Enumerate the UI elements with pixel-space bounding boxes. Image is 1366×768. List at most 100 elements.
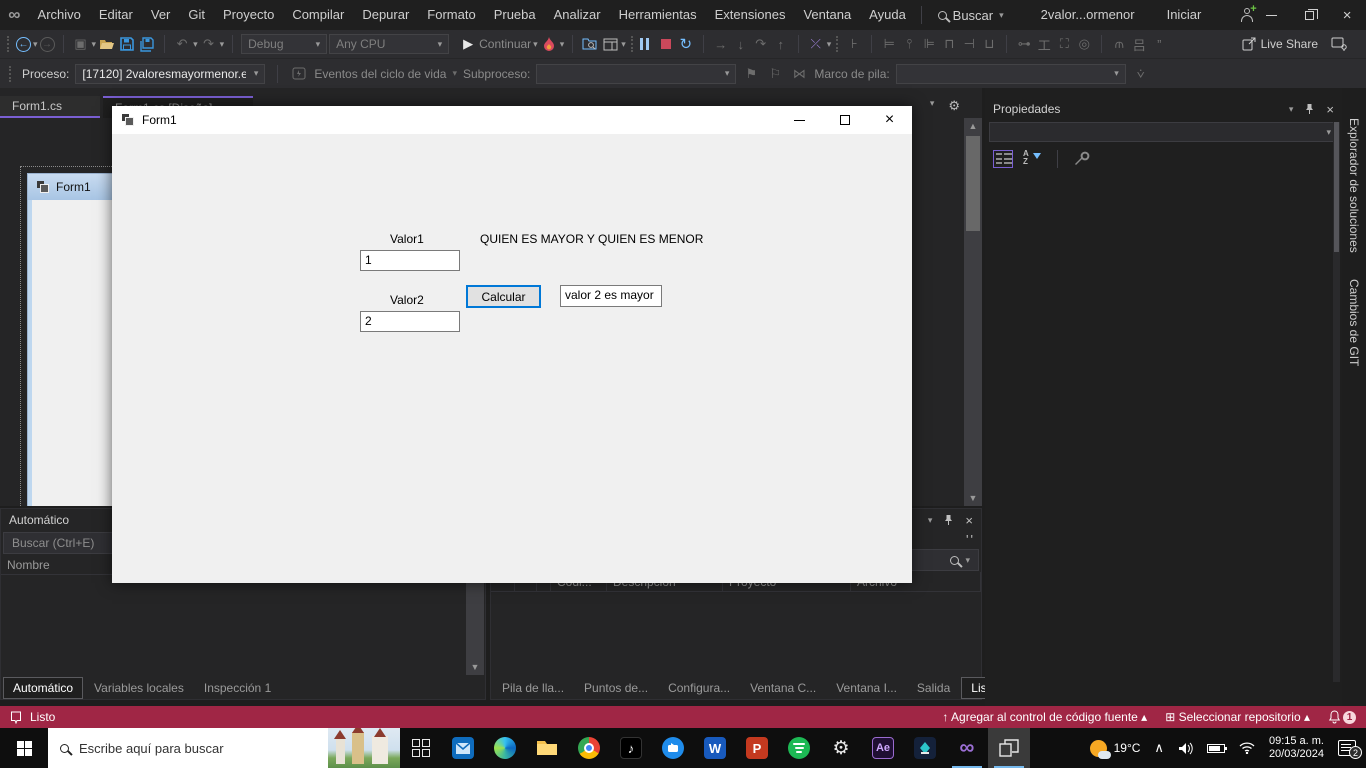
flag-outline-icon[interactable]: ⚐ xyxy=(766,65,784,83)
restart-icon[interactable]: ↻ xyxy=(677,35,695,53)
toolbar-options-icon[interactable]: ⩒ xyxy=(1132,65,1150,83)
edge-app-icon[interactable] xyxy=(484,728,526,768)
solution-configuration-dropdown[interactable]: Debug▾ xyxy=(241,34,327,54)
form-maximize-button[interactable] xyxy=(822,106,867,134)
menu-editar[interactable]: Editar xyxy=(90,0,142,30)
chevron-down-icon[interactable]: ▾ xyxy=(92,39,97,50)
menu-formato[interactable]: Formato xyxy=(418,0,484,30)
file-explorer-icon[interactable] xyxy=(526,728,568,768)
add-source-control-button[interactable]: ↑ Agregar al control de código fuente ▴ xyxy=(942,710,1147,724)
form1-titlebar[interactable]: Form1 × xyxy=(112,106,912,134)
subprocess-dropdown[interactable]: ▾ xyxy=(536,64,736,84)
object-selector-dropdown[interactable]: ▾ xyxy=(989,122,1338,142)
solution-platform-dropdown[interactable]: Any CPU▾ xyxy=(329,34,449,54)
stop-icon[interactable] xyxy=(657,35,675,53)
menu-archivo[interactable]: Archivo xyxy=(29,0,90,30)
tab-variables-locales[interactable]: Variables locales xyxy=(85,677,193,699)
pin-icon[interactable] xyxy=(1305,103,1314,115)
toolbar-grip[interactable] xyxy=(7,36,11,52)
tab-configuracion[interactable]: Configura... xyxy=(659,677,739,699)
alphabetical-sort-icon[interactable]: AZ xyxy=(1023,150,1041,168)
minimize-button[interactable] xyxy=(1253,0,1291,30)
weather-widget[interactable]: 19°C xyxy=(1090,740,1141,757)
tab-cambios-de-git[interactable]: Cambios de GIT xyxy=(1347,279,1361,366)
scroll-down-icon[interactable]: ▼ xyxy=(466,659,484,675)
search-highlight-image[interactable] xyxy=(328,728,400,768)
window-layout-icon[interactable] xyxy=(601,35,619,53)
live-share-label[interactable]: Live Share xyxy=(1261,37,1318,51)
toolbar-overflow-icon[interactable]: ” xyxy=(1150,35,1168,53)
task-view-button[interactable] xyxy=(400,728,442,768)
notifications-bell[interactable]: 1 xyxy=(1328,710,1356,724)
action-center-icon[interactable]: 2 xyxy=(1338,740,1356,756)
process-dropdown[interactable]: [17120] 2valoresmayormenor.exe▾ xyxy=(75,64,265,84)
feedback-icon[interactable] xyxy=(1330,35,1348,53)
menu-analizar[interactable]: Analizar xyxy=(545,0,610,30)
messenger-app-icon[interactable] xyxy=(652,728,694,768)
taskbar-clock[interactable]: 09:15 a. m. 20/03/2024 xyxy=(1269,735,1324,761)
chrome-app-icon[interactable] xyxy=(568,728,610,768)
categorized-icon[interactable] xyxy=(993,150,1013,168)
tab-pila-de-llamadas[interactable]: Pila de lla... xyxy=(493,677,573,699)
phone-link-app-icon[interactable] xyxy=(904,728,946,768)
flag-icon[interactable]: ⚑ xyxy=(742,65,760,83)
tab-list-icon[interactable]: ▾ xyxy=(930,98,935,114)
tab-form1-cs[interactable]: Form1.cs xyxy=(0,96,100,118)
menu-git[interactable]: Git xyxy=(179,0,214,30)
form1-app-window[interactable]: Form1 × Valor1 1 QUIEN ES MAYOR Y QUIEN … xyxy=(112,106,912,583)
redo-icon[interactable]: ↷ xyxy=(200,35,218,53)
mail-app-icon[interactable] xyxy=(442,728,484,768)
powerpoint-app-icon[interactable]: P xyxy=(736,728,778,768)
add-account-icon[interactable]: + xyxy=(1239,7,1252,23)
wifi-icon[interactable] xyxy=(1239,742,1255,754)
tiktok-app-icon[interactable]: ♪ xyxy=(610,728,652,768)
tab-inspeccion-1[interactable]: Inspección 1 xyxy=(195,677,280,699)
tab-ventana-inmediata[interactable]: Ventana I... xyxy=(827,677,906,699)
tab-salida[interactable]: Salida xyxy=(908,677,959,699)
volume-icon[interactable] xyxy=(1178,742,1193,755)
menu-herramientas[interactable]: Herramientas xyxy=(610,0,706,30)
menu-ayuda[interactable]: Ayuda xyxy=(860,0,915,30)
navigate-back-icon[interactable]: ← xyxy=(16,37,31,52)
properties-scrollbar[interactable] xyxy=(1333,122,1340,682)
undo-icon[interactable]: ↶ xyxy=(173,35,191,53)
menu-prueba[interactable]: Prueba xyxy=(485,0,545,30)
tab-puntos-de-interrupcion[interactable]: Puntos de... xyxy=(575,677,657,699)
property-pages-wrench-icon[interactable] xyxy=(1074,151,1090,167)
find-in-files-icon[interactable] xyxy=(581,35,599,53)
tab-explorador-de-soluciones[interactable]: Explorador de soluciones xyxy=(1347,118,1361,253)
toolbar-overflow-icon[interactable]: '' xyxy=(966,532,975,547)
visual-studio-app-icon[interactable]: ∞ xyxy=(946,728,988,768)
form-minimize-button[interactable] xyxy=(777,106,822,134)
live-share-icon[interactable] xyxy=(1241,35,1259,53)
scrollbar-thumb[interactable] xyxy=(966,136,980,231)
scrollbar-thumb[interactable] xyxy=(1334,122,1339,252)
restore-button[interactable] xyxy=(1290,0,1328,30)
menu-compilar[interactable]: Compilar xyxy=(283,0,353,30)
open-file-icon[interactable] xyxy=(98,35,116,53)
settings-gear-icon[interactable]: ⚙ xyxy=(820,728,862,768)
select-repo-button[interactable]: ⊞ Seleccionar repositorio ▴ xyxy=(1165,710,1310,724)
start-button[interactable] xyxy=(0,728,48,768)
properties-title[interactable]: Propiedades ▾ × xyxy=(985,98,1342,120)
after-effects-app-icon[interactable]: Ae xyxy=(862,728,904,768)
valor1-textbox[interactable]: 1 xyxy=(360,250,460,271)
spotify-app-icon[interactable] xyxy=(778,728,820,768)
word-app-icon[interactable]: W xyxy=(694,728,736,768)
window-position-icon[interactable]: ▾ xyxy=(1289,104,1294,115)
tab-ventana-comandos[interactable]: Ventana C... xyxy=(741,677,825,699)
editor-vertical-scrollbar[interactable]: ▲ ▼ xyxy=(964,118,982,506)
menu-ventana[interactable]: Ventana xyxy=(794,0,860,30)
valor2-textbox[interactable]: 2 xyxy=(360,311,460,332)
close-button[interactable]: × xyxy=(1328,0,1366,30)
save-all-icon[interactable] xyxy=(138,35,156,53)
sign-in-link[interactable]: Iniciar sesión xyxy=(1158,0,1240,30)
show-hidden-icons-chevron[interactable]: ∧ xyxy=(1154,740,1164,756)
document-options-gear-icon[interactable]: ⚙ xyxy=(948,98,960,114)
pause-icon[interactable] xyxy=(640,38,649,50)
battery-icon[interactable] xyxy=(1207,744,1225,753)
scroll-up-icon[interactable]: ▲ xyxy=(964,118,982,134)
menu-ver[interactable]: Ver xyxy=(142,0,180,30)
close-panel-icon[interactable]: × xyxy=(1326,102,1334,117)
save-icon[interactable] xyxy=(118,35,136,53)
